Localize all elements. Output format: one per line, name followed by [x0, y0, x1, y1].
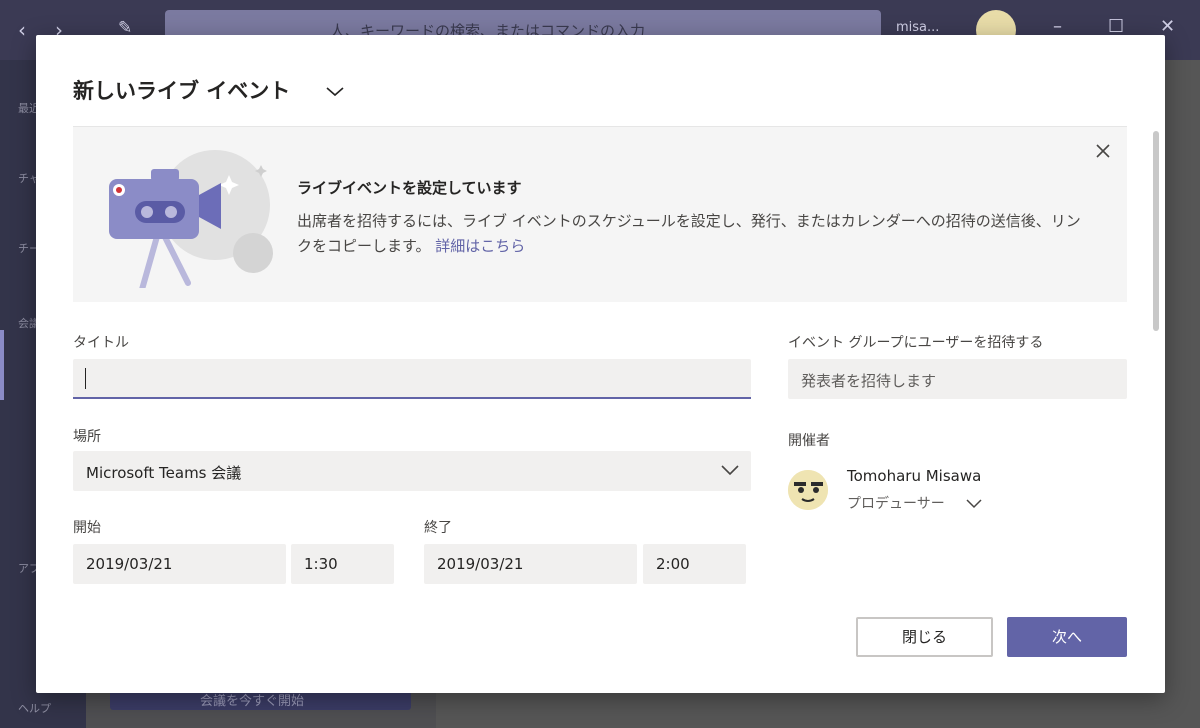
- invite-placeholder: 発表者を招待します: [801, 372, 937, 390]
- location-label: 場所: [73, 429, 101, 445]
- start-date-picker[interactable]: 2019/03/21: [73, 544, 286, 584]
- new-live-event-dialog: 新しいライブ イベント ライブイベントを設定しています 出席者を招待するには、ラ…: [36, 35, 1165, 693]
- start-time-picker[interactable]: 1:30: [291, 544, 394, 584]
- location-select[interactable]: Microsoft Teams 会議: [73, 451, 751, 491]
- rail-item-help[interactable]: ヘルプ: [0, 700, 86, 716]
- avatar: [788, 470, 828, 510]
- banner-body-text: 出席者を招待するには、ライブ イベントのスケジュールを設定し、発行、またはカレン…: [297, 212, 1081, 255]
- start-date-value: 2019/03/21: [86, 555, 173, 573]
- learn-more-link[interactable]: 詳細はこちら: [435, 237, 525, 255]
- organizer-name: Tomoharu Misawa: [847, 467, 982, 485]
- organizer-label: 開催者: [788, 433, 830, 449]
- info-banner: ライブイベントを設定しています 出席者を招待するには、ライブ イベントのスケジュ…: [73, 127, 1127, 302]
- end-label: 終了: [424, 520, 452, 536]
- chevron-down-icon[interactable]: [966, 498, 982, 510]
- close-button[interactable]: 閉じる: [856, 617, 993, 657]
- end-date-picker[interactable]: 2019/03/21: [424, 544, 637, 584]
- user-name[interactable]: misa...: [896, 20, 939, 35]
- title-label: タイトル: [73, 335, 129, 351]
- back-icon[interactable]: ‹: [18, 18, 26, 42]
- maximize-icon[interactable]: ☐: [1108, 16, 1124, 37]
- scrollbar[interactable]: [1153, 131, 1159, 331]
- end-time-value: 2:00: [656, 555, 690, 573]
- chevron-down-icon: [721, 465, 739, 476]
- next-button[interactable]: 次へ: [1007, 617, 1127, 657]
- organizer-role[interactable]: プロデューサー: [847, 493, 945, 513]
- meet-now-button[interactable]: 会議を今すぐ開始: [110, 690, 411, 710]
- dialog-title: 新しいライブ イベント: [73, 79, 291, 103]
- close-window-icon[interactable]: ✕: [1160, 16, 1175, 37]
- end-date-value: 2019/03/21: [437, 555, 524, 573]
- avatar-face-icon: [788, 470, 828, 510]
- location-value: Microsoft Teams 会議: [86, 464, 242, 482]
- text-caret: [85, 368, 86, 389]
- start-label: 開始: [73, 520, 101, 536]
- minimize-icon[interactable]: –: [1053, 16, 1062, 37]
- banner-heading: ライブイベントを設定しています: [297, 179, 522, 197]
- invite-label: イベント グループにユーザーを招待する: [788, 335, 1044, 351]
- video-camera-illustration-icon: [109, 150, 273, 288]
- invite-presenters-input[interactable]: 発表者を招待します: [788, 359, 1127, 399]
- close-icon[interactable]: [1092, 140, 1114, 162]
- rail-active-indicator: [0, 330, 4, 400]
- start-time-value: 1:30: [304, 555, 338, 573]
- banner-body: 出席者を招待するには、ライブ イベントのスケジュールを設定し、発行、またはカレン…: [297, 209, 1087, 259]
- end-time-picker[interactable]: 2:00: [643, 544, 746, 584]
- chevron-down-icon[interactable]: [324, 83, 346, 99]
- title-input[interactable]: [73, 359, 751, 399]
